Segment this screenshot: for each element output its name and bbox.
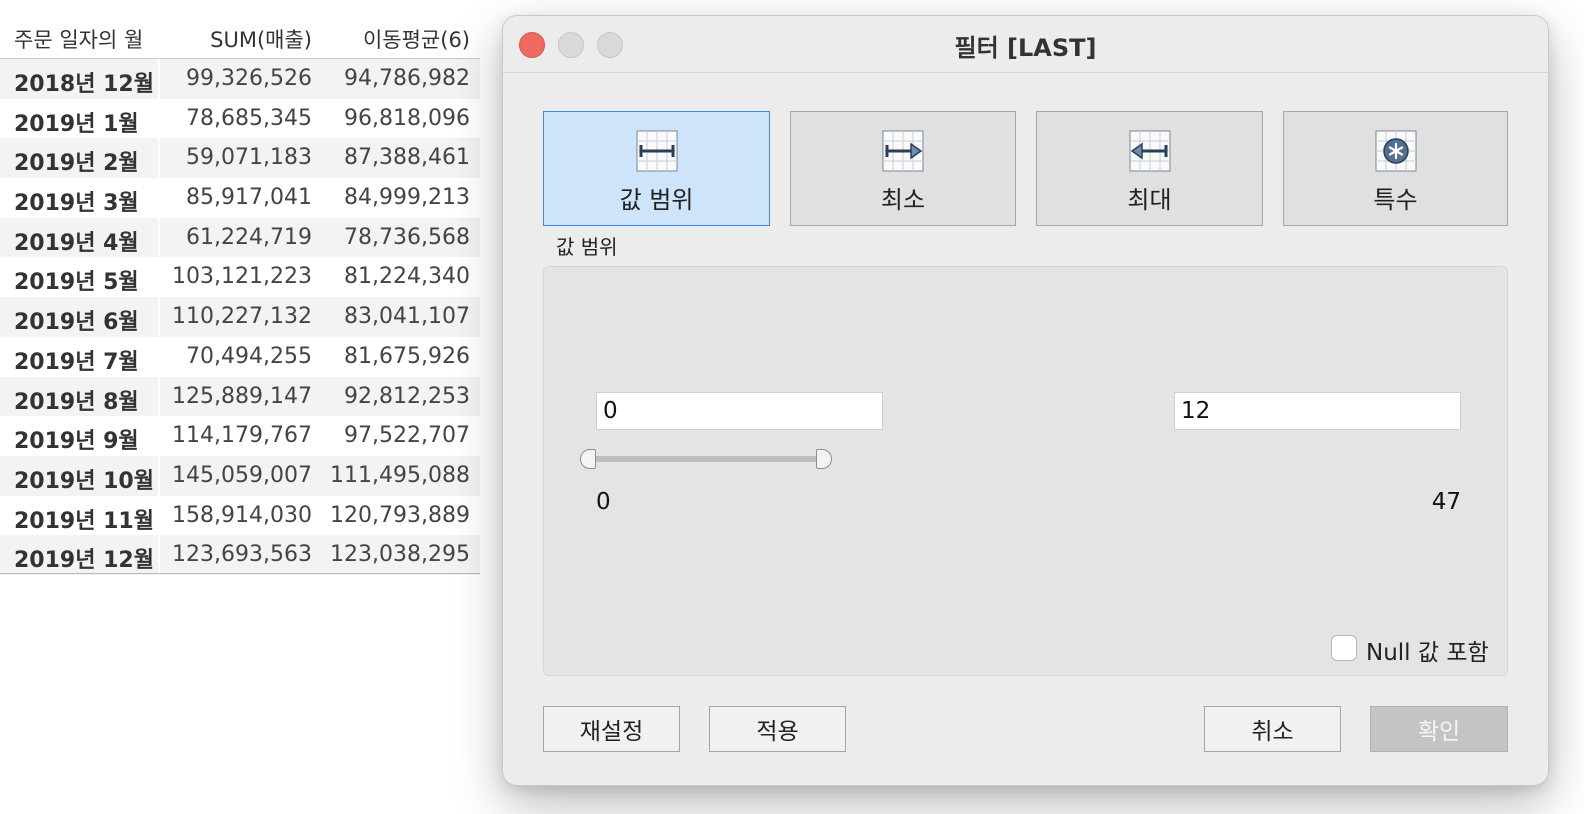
table-row[interactable]: 2019년 9월 114,179,767 97,522,707 [0, 416, 480, 456]
tab-label: 최소 [880, 186, 926, 214]
row-month: 2019년 11월 [14, 508, 154, 534]
row-sum-sales: 99,326,526 [186, 66, 312, 91]
table-row[interactable]: 2018년 12월 99,326,526 94,786,982 [0, 59, 480, 99]
row-month: 2019년 3월 [14, 191, 139, 217]
range-upper-bound: 47 [1431, 489, 1461, 515]
row-month: 2019년 1월 [14, 111, 139, 137]
row-month: 2019년 8월 [14, 389, 139, 415]
tab-special[interactable]: 특수 [1283, 111, 1508, 226]
column-header-moving-average[interactable]: 이동평균(6) [363, 24, 470, 54]
table-row[interactable]: 2019년 10월 145,059,007 111,495,088 [0, 455, 480, 496]
row-sum-sales: 125,889,147 [172, 383, 312, 409]
row-month: 2019년 5월 [14, 270, 139, 296]
row-sum-sales: 85,917,041 [186, 185, 312, 211]
row-moving-average: 123,038,295 [330, 542, 470, 568]
table-row[interactable]: 2019년 11월 158,914,030 120,793,889 [0, 496, 480, 536]
row-moving-average: 97,522,707 [344, 423, 470, 449]
row-moving-average: 78,736,568 [344, 224, 470, 250]
row-moving-average: 81,224,340 [344, 264, 470, 290]
row-sum-sales: 110,227,132 [172, 304, 312, 330]
table-row[interactable]: 2019년 12월 123,693,563 123,038,295 [0, 535, 480, 575]
row-month: 2018년 12월 [14, 72, 154, 97]
tab-label: 최대 [1127, 186, 1172, 214]
row-moving-average: 120,793,889 [330, 502, 470, 528]
table-header: 주문 일자의 월 SUM(매출) 이동평균(6) [0, 0, 480, 59]
row-month: 2019년 7월 [14, 349, 139, 375]
section-label: 값 범위 [556, 235, 618, 259]
table-row[interactable]: 2019년 3월 85,917,041 84,999,213 [0, 178, 480, 218]
row-moving-average: 84,999,213 [344, 185, 470, 211]
min-value-input[interactable] [596, 392, 883, 430]
range-slider-min-handle[interactable] [580, 449, 596, 469]
reset-button[interactable]: 재설정 [543, 706, 680, 752]
table-row[interactable]: 2019년 4월 61,224,719 78,736,568 [0, 217, 480, 258]
maximum-icon [1129, 130, 1170, 172]
tab-at-least[interactable]: 최소 [790, 111, 1016, 226]
include-null-label[interactable]: Null 값 포함 [1366, 633, 1489, 667]
row-moving-average: 96,818,096 [344, 105, 470, 131]
tab-label: 값 범위 [619, 186, 694, 214]
table-row[interactable]: 2019년 6월 110,227,132 83,041,107 [0, 297, 480, 337]
tab-range-of-values[interactable]: 값 범위 [543, 111, 770, 226]
table-row[interactable]: 2019년 2월 59,071,183 87,388,461 [0, 138, 480, 179]
row-moving-average: 81,675,926 [344, 343, 470, 369]
tab-at-most[interactable]: 최대 [1036, 111, 1263, 226]
row-month: 2019년 4월 [14, 230, 139, 256]
column-header-sum-sales[interactable]: SUM(매출) [210, 24, 312, 54]
row-sum-sales: 158,914,030 [172, 502, 312, 528]
row-moving-average: 111,495,088 [330, 462, 470, 488]
row-moving-average: 87,388,461 [344, 145, 470, 171]
ok-button[interactable]: 확인 [1370, 706, 1508, 752]
dialog-title: 필터 [LAST] [954, 34, 1097, 62]
row-sum-sales: 103,121,223 [172, 264, 312, 290]
title-bar[interactable]: 필터 [LAST] [503, 16, 1548, 73]
minimum-icon [882, 130, 924, 172]
column-header-month[interactable]: 주문 일자의 월 [14, 24, 143, 54]
row-sum-sales: 59,071,183 [186, 145, 312, 171]
table-row[interactable]: 2019년 8월 125,889,147 92,812,253 [0, 376, 480, 417]
table-bottom-border [0, 573, 480, 574]
row-month: 2019년 6월 [14, 310, 139, 336]
row-moving-average: 83,041,107 [344, 304, 470, 330]
tab-label: 특수 [1373, 186, 1418, 214]
row-month: 2019년 12월 [14, 548, 154, 574]
apply-button[interactable]: 적용 [709, 706, 846, 752]
row-sum-sales: 123,693,563 [172, 542, 312, 568]
row-sum-sales: 114,179,767 [172, 423, 312, 449]
row-moving-average: 94,786,982 [344, 66, 470, 91]
row-moving-average: 92,812,253 [344, 383, 470, 409]
row-sum-sales: 145,059,007 [172, 462, 312, 488]
cancel-button[interactable]: 취소 [1204, 706, 1341, 752]
range-slider-max-handle[interactable] [816, 449, 832, 469]
table-row[interactable]: 2019년 5월 103,121,223 81,224,340 [0, 257, 480, 297]
range-lower-bound: 0 [596, 489, 611, 515]
range-icon [636, 130, 677, 172]
row-sum-sales: 78,685,345 [186, 105, 312, 131]
filter-dialog: 필터 [LAST] 값 범위 최소 최대 특수 값 범위 0 12 0 47 N… [503, 16, 1548, 785]
row-month: 2019년 2월 [14, 151, 139, 177]
row-sum-sales: 61,224,719 [186, 224, 312, 250]
row-month: 2019년 10월 [14, 468, 154, 494]
data-table: 주문 일자의 월 SUM(매출) 이동평균(6) 2018년 12월 99,32… [0, 0, 480, 575]
range-slider-track[interactable] [586, 456, 824, 462]
max-value-input[interactable] [1174, 392, 1461, 430]
row-sum-sales: 70,494,255 [186, 343, 312, 369]
table-row[interactable]: 2019년 7월 70,494,255 81,675,926 [0, 337, 480, 377]
range-panel: 0 47 Null 값 포함 [543, 266, 1508, 676]
special-icon [1375, 130, 1416, 172]
include-null-checkbox[interactable] [1331, 635, 1357, 661]
row-month: 2019년 9월 [14, 429, 139, 455]
table-row[interactable]: 2019년 1월 78,685,345 96,818,096 [0, 99, 480, 139]
